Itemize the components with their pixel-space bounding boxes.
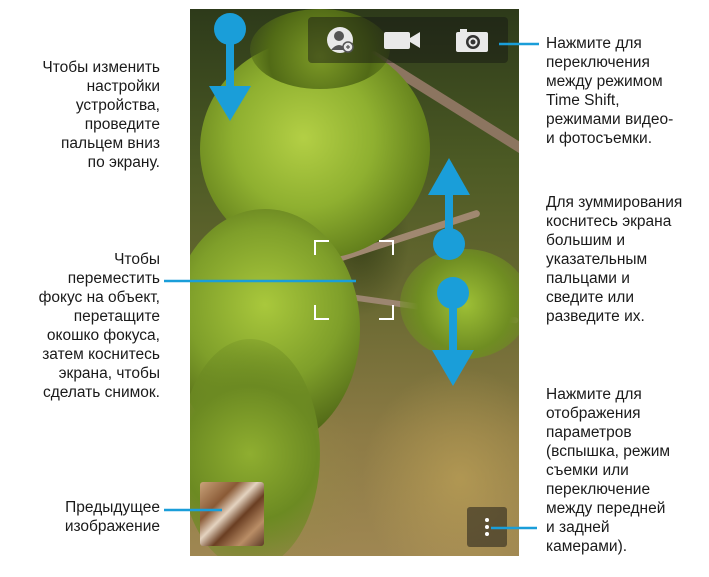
pinch-zoom-up-gesture-icon bbox=[428, 158, 470, 260]
pinch-zoom-down-gesture-icon bbox=[432, 277, 474, 386]
annotation-overlay bbox=[164, 13, 539, 530]
swipe-down-gesture-icon bbox=[209, 13, 251, 121]
